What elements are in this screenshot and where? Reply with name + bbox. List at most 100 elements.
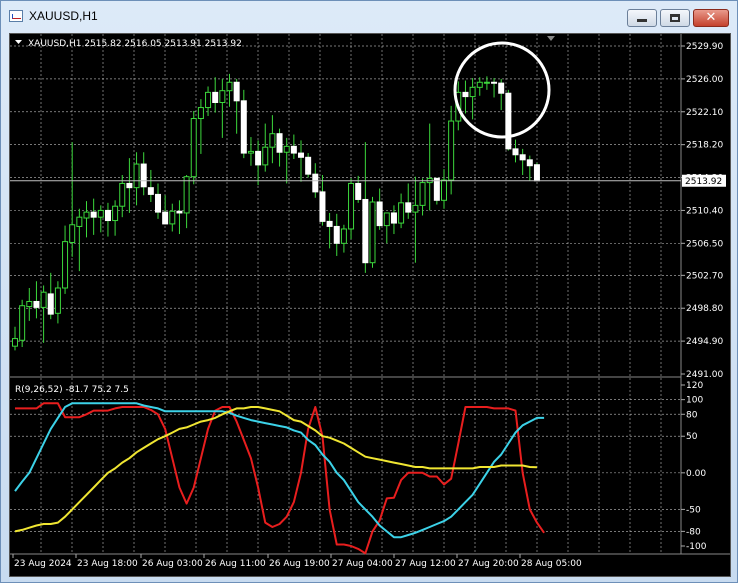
candle (176, 200, 183, 235)
indicator-tick-label: 100 (686, 396, 703, 406)
candle-body (247, 150, 254, 154)
maximize-icon (670, 14, 680, 22)
indicator-tick-label: -50 (686, 505, 701, 515)
candle-body (326, 220, 333, 227)
price-tick-label: 2494.90 (686, 337, 723, 347)
time-tick-label: 27 Aug 12:00 (395, 559, 456, 569)
price-tick-label: 2498.80 (686, 304, 723, 314)
close-button[interactable]: ✕ (693, 9, 729, 27)
candle-body (155, 193, 161, 213)
candle-body (491, 81, 498, 84)
candle (498, 78, 505, 111)
candle-body (133, 163, 140, 189)
candle (212, 77, 219, 113)
candle-body (433, 177, 440, 201)
price-tick-label: 2510.40 (686, 206, 723, 216)
candle-body (419, 182, 426, 206)
candle (262, 123, 269, 172)
chart-shift-marker-icon[interactable] (547, 36, 555, 41)
candle-body (190, 118, 197, 178)
title-bar[interactable]: XAUUSD,H1 ✕ (1, 1, 737, 31)
chart-canvas[interactable]: 2529.902526.002522.102518.202514.302510.… (10, 34, 730, 576)
indicator-panel[interactable] (14, 402, 545, 555)
candle-body (441, 179, 447, 201)
price-tick-label: 2526.00 (686, 75, 723, 85)
candle-body (112, 205, 119, 222)
candle (469, 78, 476, 120)
candle-body (290, 145, 297, 154)
candle-body (526, 159, 533, 167)
candle-body (319, 191, 326, 222)
candle (240, 89, 247, 159)
candle (97, 205, 104, 233)
candle (62, 225, 69, 294)
candle-body (398, 202, 405, 224)
candle-body (269, 133, 276, 148)
candle (412, 176, 419, 263)
candle (83, 201, 90, 238)
candle-body (448, 120, 455, 181)
candle-body (348, 182, 355, 230)
candle (233, 78, 240, 134)
indicator-info-label: R(9,26,52) -81.7 75.2 7.5 (15, 385, 129, 395)
candle-body (476, 81, 483, 88)
candle-body (305, 156, 312, 175)
candle-body (233, 81, 240, 102)
candle (19, 299, 26, 348)
candle-body (355, 182, 362, 200)
chart-window-icon[interactable] (9, 10, 23, 22)
minimize-button[interactable] (627, 9, 657, 27)
candle (383, 212, 390, 244)
candle (133, 152, 140, 206)
candle-body (390, 212, 397, 224)
minimize-icon (637, 19, 647, 22)
dropdown-arrow-icon[interactable] (15, 40, 22, 44)
candle-body (197, 107, 204, 120)
candle-body (183, 176, 190, 214)
candle-body (83, 211, 90, 219)
price-panel[interactable] (10, 41, 681, 351)
time-tick-label: 26 Aug 03:00 (142, 559, 203, 569)
indicator-line-cyan (14, 402, 545, 539)
candle (247, 137, 254, 166)
candle (155, 183, 161, 219)
candle (376, 188, 383, 230)
candle-body (462, 91, 469, 98)
candle (190, 110, 197, 185)
candle (405, 183, 412, 219)
time-tick-label: 26 Aug 19:00 (269, 559, 330, 569)
candle (283, 137, 290, 184)
candle-body (519, 154, 526, 161)
candle-body (205, 91, 212, 109)
candle-body (469, 86, 476, 98)
candle-body (119, 182, 126, 207)
chart-area[interactable]: 2529.902526.002522.102518.202514.302510.… (9, 33, 731, 577)
candle (69, 142, 76, 257)
candle-body (369, 201, 376, 264)
candle (355, 175, 362, 203)
candle-body (362, 198, 369, 264)
candle (369, 196, 376, 268)
candle-body (226, 81, 233, 92)
maximize-button[interactable] (660, 9, 690, 27)
candle (362, 142, 369, 273)
candle (340, 224, 347, 253)
price-tick-label: 2506.50 (686, 239, 723, 249)
candle-body (12, 338, 18, 347)
candle-body (162, 211, 169, 225)
candle-body (276, 133, 283, 153)
candle (126, 158, 133, 213)
candle-body (405, 202, 412, 213)
candle (433, 177, 440, 205)
candle (54, 281, 61, 324)
indicator-tick-label: 80 (686, 410, 698, 420)
candle-body (47, 293, 54, 315)
indicator-tick-label: -100 (686, 542, 707, 552)
candle (112, 200, 119, 236)
candle-body (169, 210, 176, 225)
candle (512, 139, 519, 163)
candle-body (90, 211, 97, 218)
candle (476, 77, 483, 96)
candle (40, 285, 47, 343)
candle-body (69, 224, 76, 243)
